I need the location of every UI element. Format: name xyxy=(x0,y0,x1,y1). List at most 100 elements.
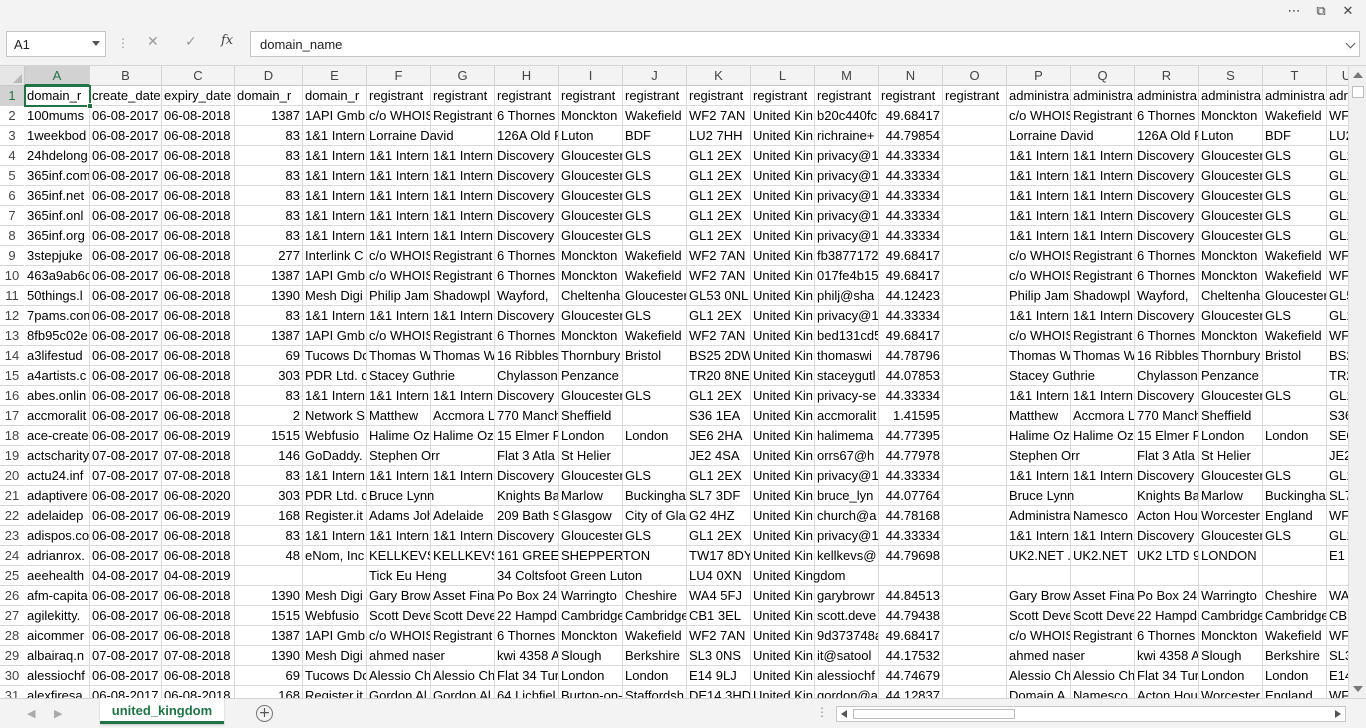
table-cell[interactable]: United Kin xyxy=(751,426,815,446)
table-cell[interactable]: 44.33334 xyxy=(879,386,943,406)
table-cell[interactable]: 83 xyxy=(235,466,303,486)
table-cell[interactable]: Halime Oz xyxy=(1007,426,1071,446)
table-cell[interactable]: United Kin xyxy=(751,246,815,266)
table-cell[interactable]: abes.onlin xyxy=(25,386,90,406)
table-cell[interactable]: GL1 2EX xyxy=(687,166,751,186)
table-cell[interactable]: Discovery xyxy=(495,466,559,486)
table-cell[interactable]: 44.33334 xyxy=(879,526,943,546)
table-cell[interactable]: 04-08-2019 xyxy=(162,566,235,586)
table-cell[interactable]: 44.33334 xyxy=(879,186,943,206)
table-cell[interactable]: GoDaddy. xyxy=(303,446,367,466)
table-cell[interactable]: 6 Thornes xyxy=(495,626,559,646)
table-cell[interactable] xyxy=(943,586,1007,606)
table-cell[interactable]: 161 GREEN xyxy=(495,546,559,566)
table-cell[interactable]: Gloucester xyxy=(1199,166,1263,186)
table-cell[interactable]: church@a xyxy=(815,506,879,526)
table-cell[interactable] xyxy=(1327,566,1348,586)
table-cell[interactable]: Stacey Guthrie xyxy=(1007,366,1095,386)
table-cell[interactable]: London xyxy=(1199,666,1263,686)
table-cell[interactable]: Gloucester xyxy=(1199,306,1263,326)
table-cell[interactable]: 365inf.com xyxy=(25,166,90,186)
tab-split-handle-icon[interactable]: ⋮ xyxy=(816,705,828,719)
table-cell[interactable]: United Kin xyxy=(751,146,815,166)
table-cell[interactable]: Wakefield xyxy=(623,326,687,346)
table-cell[interactable]: 277 xyxy=(235,246,303,266)
row-header[interactable]: 24 xyxy=(0,546,24,566)
table-cell[interactable]: c/o WHOIS xyxy=(1007,266,1071,286)
table-cell[interactable]: administra xyxy=(1199,86,1263,106)
table-cell[interactable]: Thornbury xyxy=(559,346,623,366)
table-cell[interactable]: LU2 xyxy=(1327,126,1348,146)
table-cell[interactable]: Webfusio xyxy=(303,426,367,446)
table-cell[interactable]: Flat 34 Tur xyxy=(1135,666,1199,686)
table-cell[interactable]: 1515 xyxy=(235,606,303,626)
table-cell[interactable] xyxy=(943,506,1007,526)
table-cell[interactable]: 48 xyxy=(235,546,303,566)
table-cell[interactable]: United Kin xyxy=(751,306,815,326)
table-cell[interactable]: KELLKEVS xyxy=(431,546,495,566)
table-cell[interactable] xyxy=(879,566,943,586)
add-sheet-icon[interactable]: + xyxy=(256,705,273,722)
table-cell[interactable]: Luton xyxy=(1199,126,1263,146)
table-cell[interactable]: Adelaide xyxy=(431,506,495,526)
table-cell[interactable]: 44.33334 xyxy=(879,206,943,226)
table-cell[interactable]: 1&1 Intern xyxy=(1071,206,1135,226)
table-cell[interactable]: E14 xyxy=(1327,666,1348,686)
row-header[interactable]: 11 xyxy=(0,286,24,306)
table-cell[interactable]: Tucows Do xyxy=(303,346,367,366)
table-cell[interactable]: Stephen Orr xyxy=(1007,446,1080,466)
table-cell[interactable]: 34 Coltsfoot Green Luton xyxy=(495,566,642,586)
table-cell[interactable]: Interlink C xyxy=(303,246,367,266)
table-cell[interactable]: Wakefield xyxy=(1263,106,1327,126)
table-cell[interactable]: c/o WHOIS xyxy=(367,626,431,646)
table-cell[interactable]: Registrant xyxy=(1071,626,1135,646)
table-cell[interactable]: 1&1 Intern xyxy=(1007,186,1071,206)
table-cell[interactable]: 06-08-2017 xyxy=(90,166,162,186)
table-cell[interactable]: London xyxy=(1263,666,1327,686)
table-cell[interactable]: a4artists.c xyxy=(25,366,90,386)
table-cell[interactable]: ahmed naser xyxy=(367,646,445,666)
table-cell[interactable]: Register.it xyxy=(303,686,367,698)
table-cell[interactable] xyxy=(943,646,1007,666)
table-cell[interactable]: 07-08-2017 xyxy=(90,466,162,486)
table-cell[interactable]: SE6 2HA xyxy=(687,426,751,446)
table-cell[interactable]: richraine+ xyxy=(815,126,879,146)
table-cell[interactable]: 1&1 Intern xyxy=(1007,146,1071,166)
row-header[interactable]: 3 xyxy=(0,126,24,146)
table-cell[interactable]: 6 Thornes xyxy=(1135,626,1199,646)
table-cell[interactable]: GL53 0NL xyxy=(687,286,751,306)
table-cell[interactable]: registrant xyxy=(431,86,495,106)
table-cell[interactable]: 06-08-2018 xyxy=(162,206,235,226)
table-cell[interactable] xyxy=(943,666,1007,686)
table-cell[interactable]: United Kin xyxy=(751,266,815,286)
table-cell[interactable]: 06-08-2017 xyxy=(90,406,162,426)
table-cell[interactable]: 06-08-2017 xyxy=(90,546,162,566)
table-cell[interactable]: GLS xyxy=(623,166,687,186)
table-cell[interactable]: Thomas W xyxy=(1071,346,1135,366)
table-cell[interactable]: staceygutl xyxy=(815,366,879,386)
table-cell[interactable] xyxy=(943,626,1007,646)
table-cell[interactable]: Gloucester xyxy=(559,206,623,226)
table-cell[interactable]: GLS xyxy=(623,526,687,546)
table-cell[interactable]: Discovery xyxy=(495,146,559,166)
table-cell[interactable]: Gordon Al xyxy=(431,686,495,698)
row-header[interactable]: 14 xyxy=(0,346,24,366)
table-cell[interactable]: Wayford, xyxy=(1135,286,1199,306)
table-cell[interactable]: London xyxy=(559,666,623,686)
table-cell[interactable]: Gloucester xyxy=(559,466,623,486)
table-cell[interactable]: 6 Thornes xyxy=(1135,246,1199,266)
table-cell[interactable]: Wakefield xyxy=(1263,246,1327,266)
table-cell[interactable]: GL5 xyxy=(1327,286,1348,306)
table-cell[interactable]: GL1 2EX xyxy=(687,186,751,206)
table-cell[interactable]: create_date xyxy=(90,86,162,106)
column-header-c[interactable]: C xyxy=(162,66,235,86)
table-cell[interactable]: 06-08-2017 xyxy=(90,126,162,146)
table-cell[interactable]: BDF xyxy=(1263,126,1327,146)
table-cell[interactable]: Stacey Guthrie xyxy=(367,366,455,386)
column-header-s[interactable]: S xyxy=(1199,66,1263,86)
table-cell[interactable]: England xyxy=(1263,686,1327,698)
table-cell[interactable]: 16 Ribbles xyxy=(1135,346,1199,366)
table-cell[interactable]: 44.77978 xyxy=(879,446,943,466)
table-cell[interactable]: United Kingdom xyxy=(751,566,846,586)
table-cell[interactable]: afm-capita xyxy=(25,586,90,606)
